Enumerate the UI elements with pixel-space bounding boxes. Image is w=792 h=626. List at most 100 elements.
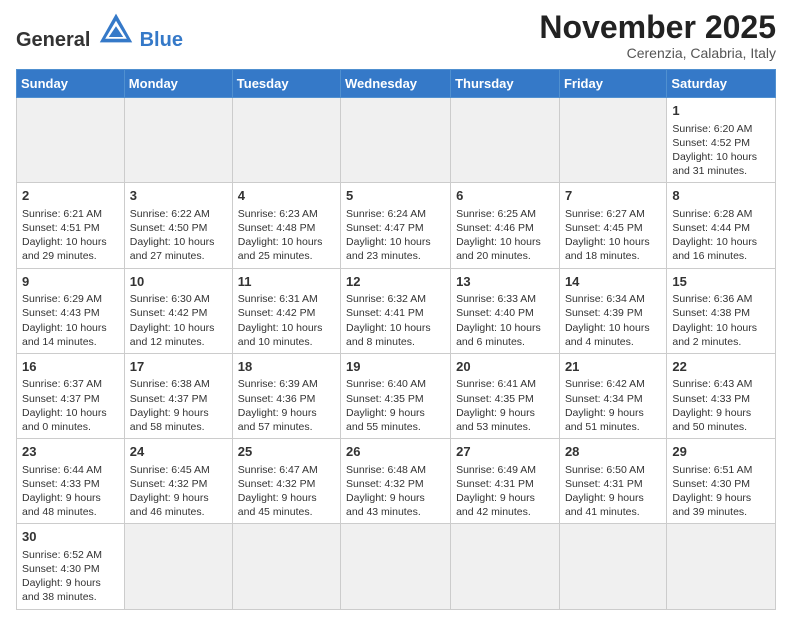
sunset-label: Sunset: 4:52 PM [672, 137, 750, 149]
daylight-label: Daylight: 10 hours and 20 minutes. [456, 236, 541, 262]
calendar-cell [667, 524, 776, 609]
day-info: Sunrise: 6:39 AMSunset: 4:36 PMDaylight:… [238, 377, 335, 434]
sunrise-label: Sunrise: 6:34 AM [565, 293, 645, 305]
calendar-cell: 30Sunrise: 6:52 AMSunset: 4:30 PMDayligh… [17, 524, 125, 609]
daylight-label: Daylight: 10 hours and 31 minutes. [672, 151, 757, 177]
week-row-1: 2Sunrise: 6:21 AMSunset: 4:51 PMDaylight… [17, 183, 776, 268]
sunset-label: Sunset: 4:46 PM [456, 222, 534, 234]
day-number: 8 [672, 187, 770, 205]
sunrise-label: Sunrise: 6:51 AM [672, 464, 752, 476]
th-monday: Monday [124, 70, 232, 98]
day-info: Sunrise: 6:25 AM Sunset: 4:46 PM Daylight:… [456, 207, 554, 264]
calendar-cell [17, 98, 125, 183]
calendar-cell: 7Sunrise: 6:27 AMSunset: 4:45 PMDaylight… [559, 183, 666, 268]
day-number: 13 [456, 273, 554, 291]
day-number: 22 [672, 358, 770, 376]
day-info: Sunrise: 6:20 AM Sunset: 4:52 PM Daylight:… [672, 122, 770, 179]
th-sunday: Sunday [17, 70, 125, 98]
sunrise-label: Sunrise: 6:20 AM [672, 123, 752, 135]
sunset-label: Sunset: 4:34 PM [565, 393, 643, 405]
calendar-cell [232, 524, 340, 609]
sunset-label: Sunset: 4:31 PM [456, 478, 534, 490]
day-number: 14 [565, 273, 661, 291]
day-info: Sunrise: 6:50 AMSunset: 4:31 PMDaylight:… [565, 463, 661, 520]
sunrise-label: Sunrise: 6:32 AM [346, 293, 426, 305]
day-number: 9 [22, 273, 119, 291]
day-number: 29 [672, 443, 770, 461]
day-info: Sunrise: 6:23 AMSunset: 4:48 PMDaylight:… [238, 207, 335, 264]
day-info: Sunrise: 6:32 AMSunset: 4:41 PMDaylight:… [346, 292, 445, 349]
day-number: 21 [565, 358, 661, 376]
logo-general: General [16, 29, 90, 51]
calendar-cell: 12Sunrise: 6:32 AMSunset: 4:41 PMDayligh… [341, 268, 451, 353]
calendar-cell: 29Sunrise: 6:51 AMSunset: 4:30 PMDayligh… [667, 439, 776, 524]
sunset-label: Sunset: 4:44 PM [672, 222, 750, 234]
day-number: 6 [456, 187, 554, 205]
day-info: Sunrise: 6:38 AMSunset: 4:37 PMDaylight:… [130, 377, 227, 434]
sunrise-label: Sunrise: 6:52 AM [22, 549, 102, 561]
sunrise-label: Sunrise: 6:44 AM [22, 464, 102, 476]
day-number: 15 [672, 273, 770, 291]
calendar-cell: 22Sunrise: 6:43 AMSunset: 4:33 PMDayligh… [667, 353, 776, 438]
daylight-label: Daylight: 10 hours and 27 minutes. [130, 236, 215, 262]
sunrise-label: Sunrise: 6:48 AM [346, 464, 426, 476]
day-info: Sunrise: 6:49 AMSunset: 4:31 PMDaylight:… [456, 463, 554, 520]
day-number: 17 [130, 358, 227, 376]
calendar-cell: 16Sunrise: 6:37 AMSunset: 4:37 PMDayligh… [17, 353, 125, 438]
daylight-label: Daylight: 10 hours and 10 minutes. [238, 322, 323, 348]
sunrise-label: Sunrise: 6:49 AM [456, 464, 536, 476]
day-number: 28 [565, 443, 661, 461]
sunrise-label: Sunrise: 6:42 AM [565, 378, 645, 390]
sunset-label: Sunset: 4:40 PM [456, 307, 534, 319]
calendar-cell: 2Sunrise: 6:21 AMSunset: 4:51 PMDaylight… [17, 183, 125, 268]
day-info: Sunrise: 6:29 AMSunset: 4:43 PMDaylight:… [22, 292, 119, 349]
sunrise-label: Sunrise: 6:50 AM [565, 464, 645, 476]
sunset-label: Sunset: 4:37 PM [22, 393, 100, 405]
sunset-label: Sunset: 4:35 PM [456, 393, 534, 405]
calendar-cell: 10Sunrise: 6:30 AMSunset: 4:42 PMDayligh… [124, 268, 232, 353]
daylight-label: Daylight: 9 hours and 43 minutes. [346, 492, 425, 518]
day-number: 10 [130, 273, 227, 291]
sunrise-label: Sunrise: 6:43 AM [672, 378, 752, 390]
calendar-cell [124, 98, 232, 183]
day-number: 30 [22, 528, 119, 546]
sunset-label: Sunset: 4:33 PM [672, 393, 750, 405]
sunset-label: Sunset: 4:37 PM [130, 393, 208, 405]
sunrise-label: Sunrise: 6:21 AM [22, 208, 102, 220]
daylight-label: Daylight: 10 hours and 23 minutes. [346, 236, 431, 262]
calendar-cell: 17Sunrise: 6:38 AMSunset: 4:37 PMDayligh… [124, 353, 232, 438]
day-number: 2 [22, 187, 119, 205]
calendar-cell: 25Sunrise: 6:47 AMSunset: 4:32 PMDayligh… [232, 439, 340, 524]
day-info: Sunrise: 6:28 AMSunset: 4:44 PMDaylight:… [672, 207, 770, 264]
daylight-label: Daylight: 9 hours and 46 minutes. [130, 492, 209, 518]
sunrise-label: Sunrise: 6:41 AM [456, 378, 536, 390]
th-friday: Friday [559, 70, 666, 98]
calendar-cell [341, 524, 451, 609]
page: General Blue November 2025 Cerenzia, Cal… [0, 0, 792, 626]
daylight-label: Daylight: 9 hours and 51 minutes. [565, 407, 644, 433]
sunrise-label: Sunrise: 6:47 AM [238, 464, 318, 476]
calendar-cell [232, 98, 340, 183]
calendar-cell [341, 98, 451, 183]
logo-text: General Blue [16, 10, 183, 50]
week-row-0: 1Sunrise: 6:20 AMSunset: 4:52 PMDaylight… [17, 98, 776, 183]
header: General Blue November 2025 Cerenzia, Cal… [16, 10, 776, 61]
daylight-label: Daylight: 9 hours and 39 minutes. [672, 492, 751, 518]
sunrise-label: Sunrise: 6:25 AM [456, 208, 536, 220]
sunset-label: Sunset: 4:39 PM [565, 307, 643, 319]
day-info: Sunrise: 6:43 AMSunset: 4:33 PMDaylight:… [672, 377, 770, 434]
calendar-cell [559, 98, 666, 183]
daylight-label: Daylight: 9 hours and 53 minutes. [456, 407, 535, 433]
calendar-cell: 18Sunrise: 6:39 AMSunset: 4:36 PMDayligh… [232, 353, 340, 438]
sunrise-label: Sunrise: 6:45 AM [130, 464, 210, 476]
daylight-label: Daylight: 9 hours and 41 minutes. [565, 492, 644, 518]
calendar-cell: 27Sunrise: 6:49 AMSunset: 4:31 PMDayligh… [451, 439, 560, 524]
day-number: 20 [456, 358, 554, 376]
calendar-cell: 24Sunrise: 6:45 AMSunset: 4:32 PMDayligh… [124, 439, 232, 524]
sunrise-label: Sunrise: 6:31 AM [238, 293, 318, 305]
sunrise-label: Sunrise: 6:23 AM [238, 208, 318, 220]
th-wednesday: Wednesday [341, 70, 451, 98]
daylight-label: Daylight: 10 hours and 6 minutes. [456, 322, 541, 348]
week-row-3: 16Sunrise: 6:37 AMSunset: 4:37 PMDayligh… [17, 353, 776, 438]
sunrise-label: Sunrise: 6:36 AM [672, 293, 752, 305]
